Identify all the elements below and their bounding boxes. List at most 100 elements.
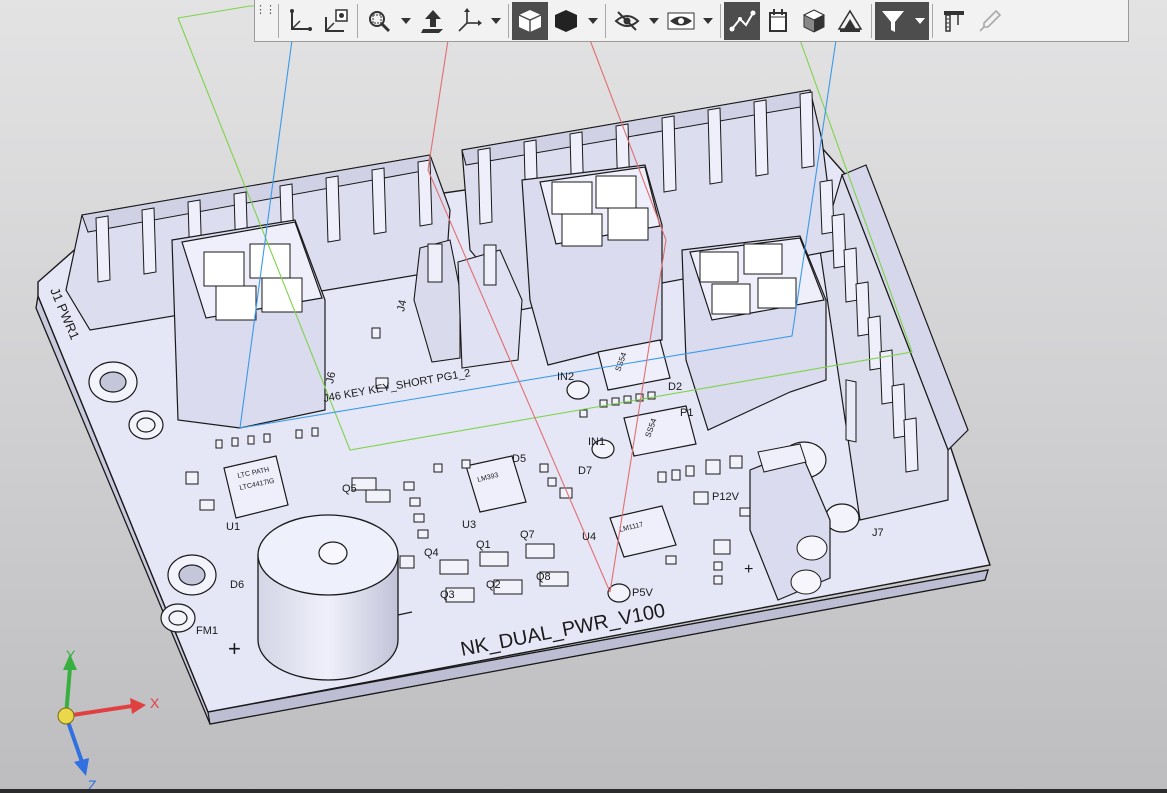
sketch-on-face-button[interactable] <box>318 2 354 40</box>
x-axis-icon <box>65 704 133 718</box>
section-view-icon <box>769 8 787 32</box>
shaded-with-edges-button[interactable] <box>512 1 548 40</box>
svg-text:FM1: FM1 <box>196 625 218 637</box>
smd-pad <box>657 471 667 483</box>
zoom-window-button[interactable] <box>361 2 397 40</box>
smd-pad <box>713 561 723 571</box>
svg-text:P12V: P12V <box>712 491 740 503</box>
chevron-down-icon <box>915 17 925 24</box>
display-style-dropdown-chevron[interactable] <box>584 2 602 40</box>
orient-view-icon <box>421 9 443 33</box>
axis-triad-button[interactable] <box>451 2 487 40</box>
smd-pad <box>665 555 677 565</box>
section-view-button[interactable] <box>760 2 796 40</box>
header-pin <box>753 99 769 177</box>
smd-pad <box>413 513 425 523</box>
svg-text:J6: J6 <box>324 371 338 385</box>
smd-pad <box>263 433 271 443</box>
hide-button[interactable] <box>609 2 645 40</box>
filter-button[interactable] <box>875 1 911 40</box>
chevron-down-icon <box>649 17 659 24</box>
header-pin <box>903 417 919 473</box>
axis-triad[interactable]: X Y Z <box>57 647 160 793</box>
orient-view-button[interactable] <box>415 2 451 40</box>
svg-text:Q3: Q3 <box>440 589 455 601</box>
connector-j6[interactable] <box>171 219 326 429</box>
smd-pad <box>729 455 743 469</box>
smd-pad <box>365 489 391 503</box>
eyedropper-button[interactable] <box>972 2 1008 40</box>
shaded-button[interactable] <box>548 2 584 40</box>
hide-icon <box>614 10 640 31</box>
smd-pad <box>685 465 695 477</box>
svg-text:J4: J4 <box>395 299 409 313</box>
smd-pad <box>185 471 199 485</box>
smd-pad <box>547 477 557 487</box>
svg-text:P1: P1 <box>680 407 693 419</box>
header-pin <box>799 91 815 169</box>
heads-up-view-toolbar: ⋮⋮ <box>254 0 1129 42</box>
chevron-down-icon <box>588 17 598 24</box>
eyedropper-icon <box>979 9 1002 32</box>
zoom-window-icon <box>369 10 391 32</box>
chevron-down-icon <box>491 17 501 24</box>
viewport-bottom-border <box>0 789 1167 793</box>
show-dropdown-chevron[interactable] <box>699 2 717 40</box>
smd-pad <box>403 481 415 491</box>
svg-text:P5V: P5V <box>632 587 653 599</box>
smd-pad <box>439 559 469 575</box>
header-pin <box>371 167 387 235</box>
toolbar-separator <box>278 3 279 38</box>
zoom-dropdown-chevron[interactable] <box>397 2 415 40</box>
svg-text:U4: U4 <box>582 531 596 543</box>
smd-pad <box>295 429 303 439</box>
smd-pad <box>371 327 381 339</box>
svg-text:IN2: IN2 <box>557 371 574 383</box>
header-pin <box>95 215 111 283</box>
header-pin <box>325 175 341 243</box>
sketch-relations-button[interactable] <box>724 1 760 40</box>
svg-text:Q8: Q8 <box>536 571 551 583</box>
measure-icon <box>944 10 964 32</box>
smd-pad <box>539 463 549 473</box>
appearance-icon <box>802 8 826 33</box>
sketch-plane-button[interactable] <box>282 2 318 40</box>
measure-button[interactable] <box>936 2 972 40</box>
svg-text:Y: Y <box>66 647 76 663</box>
header-pin <box>707 107 723 185</box>
shaded-icon <box>555 9 577 32</box>
j7-pins <box>845 379 857 443</box>
orient-dropdown-chevron[interactable] <box>487 2 505 40</box>
filter-dropdown-chevron[interactable] <box>911 1 929 40</box>
sketch-relations-icon <box>729 10 756 31</box>
connector-in2[interactable] <box>521 164 663 366</box>
toolbar-grip[interactable]: ⋮⋮ <box>255 1 276 41</box>
svg-text:X: X <box>150 695 160 711</box>
smd-pad <box>199 499 215 511</box>
smd-pad <box>713 539 731 555</box>
smd-pad <box>311 427 319 437</box>
smd-pad <box>479 551 509 567</box>
appearance-button[interactable] <box>796 2 832 40</box>
decals-button[interactable] <box>832 2 868 40</box>
svg-text:IN1: IN1 <box>588 436 605 448</box>
3d-viewport[interactable]: LTC PATH LTC4417IG LM393 LM1117 SS54 SS5… <box>0 0 1167 793</box>
sketch-plane-icon <box>290 8 312 31</box>
smd-pad <box>215 439 223 449</box>
show-hidden-button[interactable] <box>663 2 699 40</box>
smd-pad <box>399 555 415 569</box>
svg-text:Q7: Q7 <box>520 529 535 541</box>
hide-dropdown-chevron[interactable] <box>645 2 663 40</box>
smd-pad <box>231 437 239 447</box>
buzzer-fm1[interactable] <box>257 514 413 681</box>
header-pin <box>141 207 157 275</box>
smd-pad <box>247 435 255 445</box>
smd-pad <box>525 543 555 559</box>
svg-text:Q1: Q1 <box>476 539 491 551</box>
svg-text:D2: D2 <box>668 381 682 393</box>
smd-pad <box>739 507 751 517</box>
filter-icon <box>882 10 904 32</box>
shaded-with-edges-icon <box>518 9 542 32</box>
smd-pad <box>693 491 709 505</box>
chevron-down-icon <box>703 17 713 24</box>
